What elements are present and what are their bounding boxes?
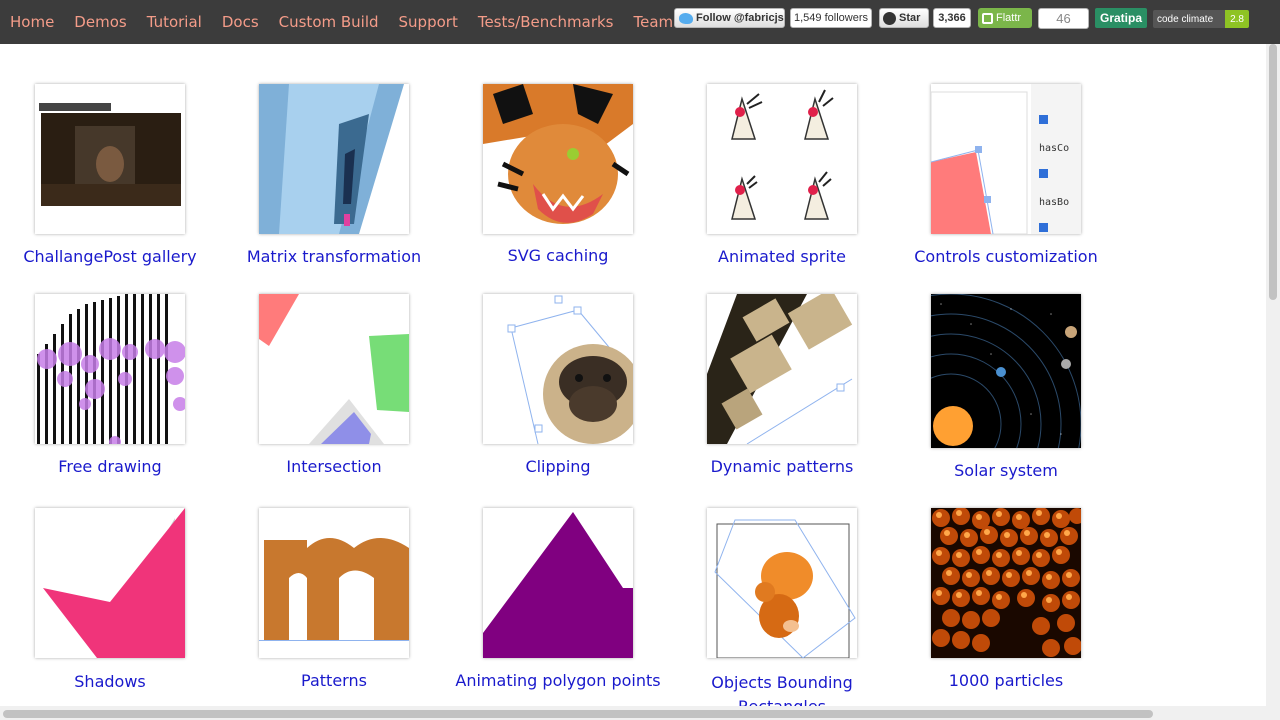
squirrel-thumbnail[interactable] — [707, 508, 857, 658]
horizontal-scrollbar[interactable] — [0, 706, 1266, 720]
scrollbar-corner — [1266, 706, 1280, 720]
intersection-thumbnail[interactable] — [259, 294, 409, 444]
nav-tests-benchmarks[interactable]: Tests/Benchmarks — [478, 13, 614, 31]
main-nav: Home Demos Tutorial Docs Custom Build Su… — [0, 0, 683, 44]
twitter-icon — [679, 12, 693, 24]
demo-link-dynamic-patterns[interactable]: Dynamic patterns — [670, 457, 894, 476]
shadows-thumbnail[interactable] — [35, 508, 185, 658]
nav-team[interactable]: Team — [634, 13, 674, 31]
horizontal-scrollbar-thumb[interactable] — [3, 710, 1153, 718]
demo-link-animated-sprite[interactable]: Animated sprite — [670, 247, 894, 266]
demo-link-matrix-transformation[interactable]: Matrix transformation — [222, 247, 446, 266]
demo-link-1000-particles[interactable]: 1000 particles — [894, 671, 1118, 690]
particles-thumbnail[interactable] — [931, 508, 1081, 658]
matrix-thumbnail[interactable] — [259, 84, 409, 234]
nav-support[interactable]: Support — [399, 13, 458, 31]
code-climate-badge[interactable]: code climate 2.8 — [1153, 10, 1249, 28]
controls-checkbox-list: hasCo hasBo hasRo visib selec — [1039, 108, 1081, 234]
nav-demos[interactable]: Demos — [74, 13, 126, 31]
github-star-count[interactable]: 3,366 — [933, 8, 971, 28]
nav-custom-build[interactable]: Custom Build — [279, 13, 379, 31]
checkbox-label: hasCo — [1039, 143, 1070, 154]
m-pattern-thumbnail[interactable] — [259, 508, 409, 658]
demos-grid: ChallangePost gallery Matrix transformat… — [0, 44, 1266, 706]
nav-docs[interactable]: Docs — [222, 13, 259, 31]
twitter-follow-button[interactable]: Follow @fabricjs — [674, 8, 785, 28]
checkbox-label: hasBo — [1039, 197, 1070, 208]
demo-link-solar-system[interactable]: Solar system — [894, 461, 1118, 480]
demo-link-shadows[interactable]: Shadows — [0, 672, 222, 691]
sprite-thumbnail[interactable] — [707, 84, 857, 234]
twitter-followers-count[interactable]: 1,549 followers — [790, 8, 872, 28]
controls-checkbox-item[interactable]: hasCo — [1039, 108, 1081, 162]
nav-home[interactable]: Home — [10, 13, 54, 31]
demo-link-clipping[interactable]: Clipping — [446, 457, 670, 476]
code-climate-score: 2.8 — [1225, 10, 1249, 28]
vertical-scrollbar-thumb[interactable] — [1269, 44, 1277, 300]
flattr-button[interactable]: Flattr — [978, 8, 1032, 28]
drawing-thumbnail[interactable] — [35, 294, 185, 444]
demo-link-controls-customization[interactable]: Controls customization — [894, 247, 1118, 266]
checkbox-checked-icon — [1039, 169, 1048, 178]
code-climate-label: code climate — [1153, 10, 1226, 28]
patterns-thumbnail[interactable] — [707, 294, 857, 444]
controls-checkbox-item[interactable]: hasBo — [1039, 162, 1081, 216]
clipping-thumbnail[interactable] — [483, 294, 633, 444]
checkbox-checked-icon — [1039, 115, 1048, 124]
vertical-scrollbar[interactable] — [1266, 44, 1280, 706]
demo-link-intersection[interactable]: Intersection — [222, 457, 446, 476]
tiger-thumbnail[interactable] — [483, 84, 633, 234]
checkbox-checked-icon — [1039, 223, 1048, 232]
github-star-button[interactable]: Star — [879, 8, 929, 28]
polygon-thumbnail[interactable] — [483, 508, 633, 658]
controls-checkbox-item[interactable]: hasRo — [1039, 216, 1081, 234]
github-star-label: Star — [899, 12, 921, 24]
demo-link-svg-caching[interactable]: SVG caching — [446, 246, 670, 265]
demo-link-animating-polygon-points[interactable]: Animating polygon points — [446, 671, 670, 690]
gallery-thumbnail[interactable] — [35, 84, 185, 234]
demo-link-challangepost-gallery[interactable]: ChallangePost gallery — [0, 247, 222, 266]
demo-link-patterns[interactable]: Patterns — [222, 671, 446, 690]
controls-thumbnail[interactable]: hasCo hasBo hasRo visib selec — [931, 84, 1081, 234]
twitter-follow-label: Follow @fabricjs — [696, 12, 784, 24]
flattr-count[interactable]: 46 — [1038, 8, 1089, 29]
flattr-icon — [982, 12, 993, 24]
demo-link-objects-bounding-rectangles[interactable]: Objects Bounding Rectangles — [670, 671, 894, 706]
github-icon — [883, 11, 896, 25]
nav-tutorial[interactable]: Tutorial — [147, 13, 202, 31]
solar-thumbnail[interactable] — [931, 294, 1081, 448]
demo-link-free-drawing[interactable]: Free drawing — [0, 457, 222, 476]
top-navbar: Home Demos Tutorial Docs Custom Build Su… — [0, 0, 1280, 44]
gratipay-button[interactable]: Gratipa — [1095, 8, 1147, 28]
flattr-label: Flattr — [996, 12, 1022, 24]
